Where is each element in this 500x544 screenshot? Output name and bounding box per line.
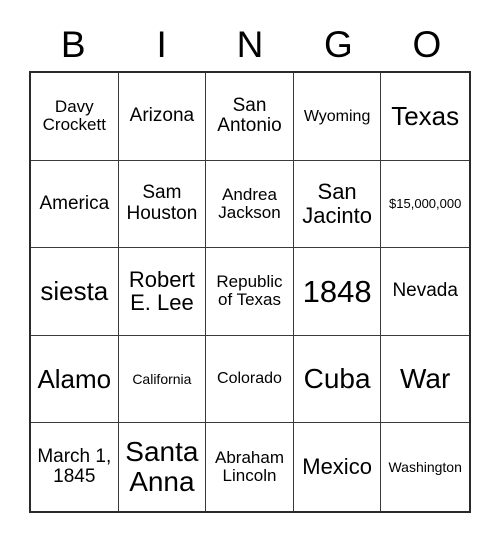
bingo-cell-i1[interactable]: Arizona — [118, 73, 207, 161]
bingo-cell-g2[interactable]: San Jacinto — [293, 160, 382, 249]
bingo-card: B I N G O Davy Crockett Arizona San Antoni… — [0, 0, 500, 544]
bingo-cell-g5[interactable]: Mexico — [293, 423, 382, 511]
bingo-cell-label: Wyoming — [303, 107, 371, 125]
bingo-header-letter-n: N — [236, 23, 264, 65]
bingo-cell-label: Republic of Texas — [216, 272, 283, 310]
bingo-header-letter-i: I — [156, 23, 167, 65]
bingo-cell-label: $15,000,000 — [389, 195, 462, 211]
bingo-cell-b5[interactable]: March 1, 1845 — [31, 423, 119, 511]
bingo-header-row: B I N G O — [29, 18, 471, 70]
bingo-cell-o2[interactable]: $15,000,000 — [381, 160, 469, 249]
bingo-header-letter-b: B — [60, 23, 86, 65]
bingo-cell-n5[interactable]: Abraham Lincoln — [206, 423, 294, 511]
bingo-cell-o3[interactable]: Nevada — [381, 248, 469, 336]
bingo-cell-label: San Jacinto — [302, 179, 372, 228]
bingo-cell-label: War — [400, 362, 451, 394]
bingo-cell-b1[interactable]: Davy Crockett — [31, 73, 119, 161]
bingo-cell-label: March 1, 1845 — [37, 445, 112, 488]
bingo-cell-label: Robert E. Lee — [128, 266, 195, 316]
bingo-cell-b4[interactable]: Alamo — [31, 335, 119, 424]
bingo-cell-label: Colorado — [217, 370, 282, 388]
bingo-cell-n4[interactable]: Colorado — [206, 335, 294, 424]
bingo-cell-label: San Antonio — [217, 94, 282, 137]
bingo-cell-label: America — [39, 192, 110, 214]
bingo-cell-label: Texas — [391, 101, 460, 132]
bingo-cell-g1[interactable]: Wyoming — [293, 73, 382, 161]
bingo-cell-i2[interactable]: Sam Houston — [118, 160, 207, 249]
bingo-cell-label: Abraham Lincoln — [215, 447, 284, 486]
bingo-cell-label: Washington — [388, 458, 462, 475]
bingo-cell-b2[interactable]: America — [31, 160, 119, 249]
bingo-cell-label: siesta — [40, 276, 109, 307]
bingo-cell-label: Sam Houston — [126, 182, 198, 224]
bingo-cell-n3[interactable]: Republic of Texas — [206, 248, 294, 336]
bingo-cell-label: California — [132, 370, 192, 387]
bingo-cell-i4[interactable]: California — [118, 335, 207, 424]
bingo-cell-label: Cuba — [303, 362, 371, 394]
bingo-cell-n2[interactable]: Andrea Jackson — [206, 160, 294, 249]
bingo-cell-label: Alamo — [37, 364, 112, 395]
bingo-cell-g4[interactable]: Cuba — [293, 335, 382, 424]
bingo-cell-label: Mexico — [302, 454, 372, 480]
bingo-cell-o1[interactable]: Texas — [381, 73, 469, 161]
bingo-cell-label: Davy Crockett — [42, 96, 106, 135]
bingo-header-letter-g: G — [324, 23, 353, 65]
bingo-header-letter-o: O — [412, 23, 442, 65]
bingo-cell-label: Santa Anna — [125, 435, 199, 498]
bingo-cell-label: Nevada — [392, 280, 458, 302]
bingo-cell-o4[interactable]: War — [381, 335, 469, 424]
bingo-grid: Davy Crockett Arizona San Antonio Wyoming Te… — [29, 71, 471, 513]
bingo-cell-g3[interactable]: 1848 — [293, 248, 382, 336]
bingo-cell-o5[interactable]: Washington — [381, 423, 469, 511]
bingo-cell-label: 1848 — [302, 273, 372, 309]
bingo-cell-b3[interactable]: siesta — [31, 248, 119, 336]
bingo-cell-label: Andrea Jackson — [218, 184, 281, 222]
bingo-cell-label: Arizona — [129, 105, 195, 127]
bingo-cell-i5[interactable]: Santa Anna — [118, 423, 207, 511]
bingo-cell-i3[interactable]: Robert E. Lee — [118, 248, 207, 336]
bingo-cell-n1[interactable]: San Antonio — [206, 73, 294, 161]
